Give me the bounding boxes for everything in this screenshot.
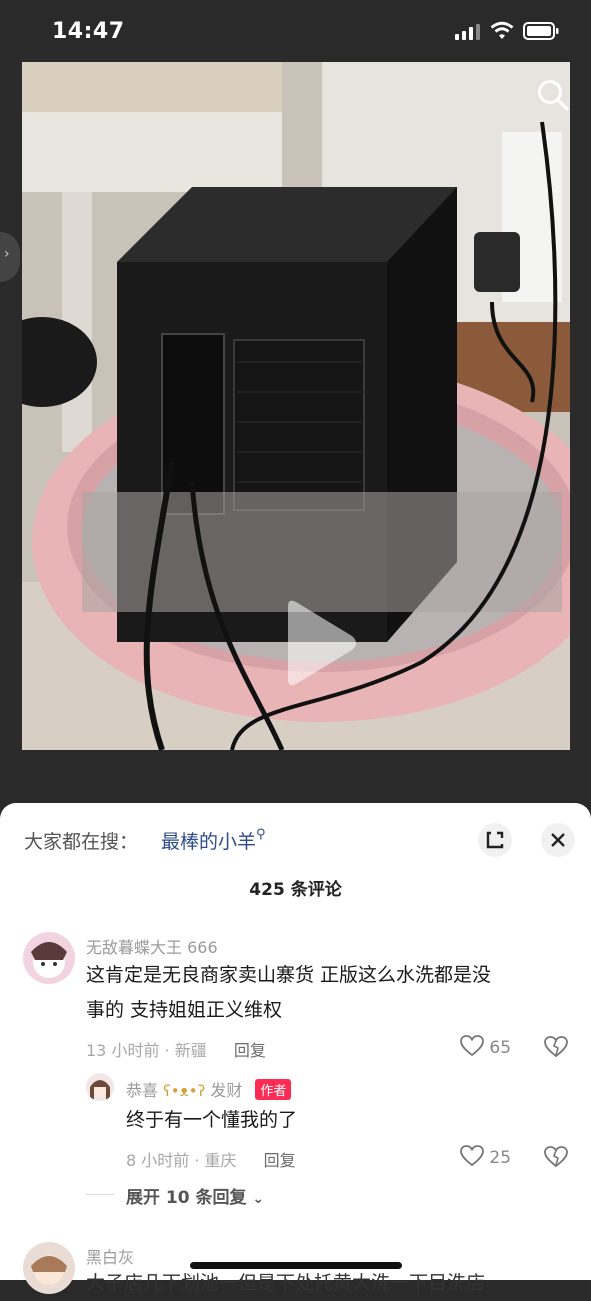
reply-text: 终于有一个懂我的了 bbox=[126, 1109, 298, 1131]
heart-icon bbox=[460, 1145, 484, 1167]
side-drawer-tab[interactable]: › bbox=[0, 232, 20, 282]
author-badge: 作者 bbox=[255, 1079, 292, 1100]
avatar[interactable] bbox=[23, 1242, 75, 1294]
battery-icon bbox=[523, 22, 559, 40]
comment-username[interactable]: 无敌暮蝶大王 666 bbox=[86, 934, 218, 958]
reply-button[interactable]: 回复 bbox=[234, 1041, 266, 1060]
comment-text-partial: 大子店几下划池一但是下处托黄大洗一下目洗店 bbox=[86, 1272, 486, 1294]
play-icon[interactable] bbox=[280, 598, 360, 688]
avatar-image bbox=[31, 1255, 67, 1285]
status-bar: 14:47 bbox=[0, 0, 591, 62]
avatar[interactable] bbox=[23, 932, 75, 984]
trending-label: 大家都在搜： bbox=[24, 831, 139, 853]
avatar-image bbox=[90, 1080, 110, 1099]
comment-time-location: 13 小时前 · 新疆 bbox=[86, 1041, 207, 1060]
chevron-right-icon: › bbox=[4, 246, 10, 262]
avatar[interactable] bbox=[86, 1073, 114, 1101]
like-button[interactable]: 25 bbox=[460, 1145, 511, 1168]
avatar-image bbox=[31, 942, 67, 978]
expand-button[interactable] bbox=[478, 823, 512, 857]
like-count: 25 bbox=[489, 1148, 512, 1168]
like-button[interactable]: 65 bbox=[460, 1035, 511, 1058]
trending-search-link[interactable]: 最棒的小羊⚲ bbox=[161, 827, 266, 854]
dislike-icon[interactable] bbox=[544, 1146, 568, 1168]
home-indicator[interactable] bbox=[190, 1262, 402, 1269]
like-count: 65 bbox=[489, 1038, 512, 1058]
expand-icon bbox=[486, 831, 504, 849]
reply-username[interactable]: 恭喜 ʕ•ᴥ•ʔ 发财 作者 bbox=[126, 1077, 292, 1101]
wifi-icon bbox=[490, 21, 514, 39]
comment-text-line-1: 这肯定是无良商家卖山寨货 正版这么水洗都是没 bbox=[86, 964, 492, 986]
comment-meta: 13 小时前 · 新疆 回复 bbox=[86, 1037, 266, 1061]
comment-count: 425 条评论 bbox=[249, 880, 342, 900]
reply-meta: 8 小时前 · 重庆 回复 bbox=[126, 1147, 296, 1171]
comment-text-line-2: 事的 支持姐姐正义维权 bbox=[86, 999, 283, 1021]
trending-term: 最棒的小羊 bbox=[161, 831, 257, 853]
search-icon[interactable] bbox=[536, 78, 570, 112]
emoji-icon: ʕ•ᴥ•ʔ bbox=[163, 1082, 206, 1100]
chevron-down-icon: ⌄ bbox=[252, 1191, 265, 1207]
close-button[interactable] bbox=[541, 823, 575, 857]
reply-username-suffix: 发财 bbox=[210, 1081, 243, 1100]
comment-username[interactable]: 黑白灰 bbox=[86, 1244, 134, 1268]
reply-time-location: 8 小时前 · 重庆 bbox=[126, 1151, 237, 1170]
search-small-icon: ⚲ bbox=[256, 827, 266, 842]
expand-divider bbox=[86, 1194, 114, 1195]
reply-username-text: 恭喜 bbox=[126, 1081, 159, 1100]
expand-replies-button[interactable]: 展开 10 条回复 ⌄ bbox=[126, 1183, 264, 1208]
reply-button[interactable]: 回复 bbox=[264, 1151, 296, 1170]
close-icon bbox=[551, 833, 565, 847]
video-player[interactable] bbox=[22, 62, 570, 750]
cellular-signal-icon bbox=[455, 24, 480, 40]
dislike-icon[interactable] bbox=[544, 1036, 568, 1058]
expand-replies-label: 展开 10 条回复 bbox=[126, 1188, 247, 1208]
heart-icon bbox=[460, 1035, 484, 1057]
status-time: 14:47 bbox=[52, 19, 125, 44]
